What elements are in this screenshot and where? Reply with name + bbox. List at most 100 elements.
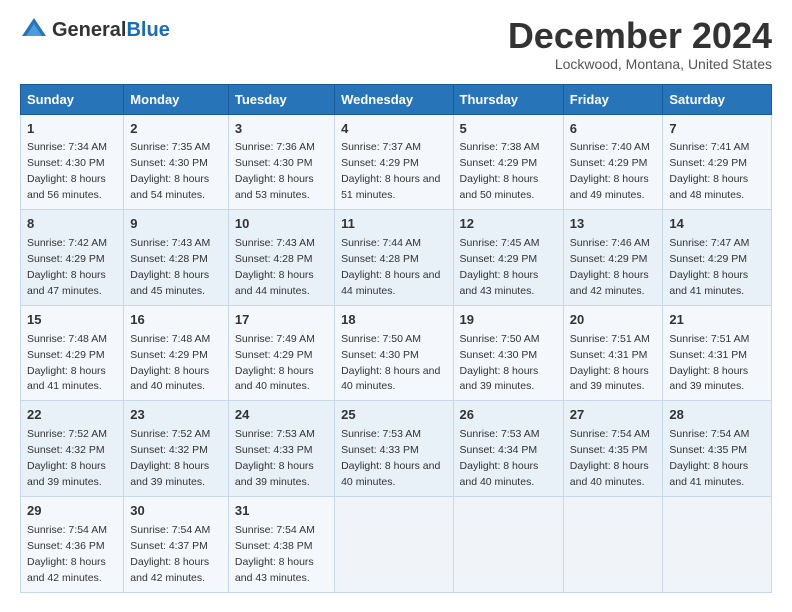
day-info: Sunrise: 7:51 AMSunset: 4:31 PMDaylight:… (669, 333, 749, 393)
day-info: Sunrise: 7:38 AMSunset: 4:29 PMDaylight:… (460, 141, 540, 201)
day-cell: 13 Sunrise: 7:46 AMSunset: 4:29 PMDaylig… (563, 210, 663, 306)
day-cell: 10 Sunrise: 7:43 AMSunset: 4:28 PMDaylig… (228, 210, 334, 306)
week-row-5: 29 Sunrise: 7:54 AMSunset: 4:36 PMDaylig… (21, 496, 772, 592)
week-row-1: 1 Sunrise: 7:34 AMSunset: 4:30 PMDayligh… (21, 114, 772, 210)
day-info: Sunrise: 7:49 AMSunset: 4:29 PMDaylight:… (235, 333, 315, 393)
day-cell: 3 Sunrise: 7:36 AMSunset: 4:30 PMDayligh… (228, 114, 334, 210)
day-number: 29 (27, 502, 117, 521)
day-info: Sunrise: 7:54 AMSunset: 4:38 PMDaylight:… (235, 524, 315, 584)
day-cell: 2 Sunrise: 7:35 AMSunset: 4:30 PMDayligh… (124, 114, 229, 210)
header-thursday: Thursday (453, 84, 563, 114)
title-area: December 2024 Lockwood, Montana, United … (508, 16, 772, 72)
day-cell: 4 Sunrise: 7:37 AMSunset: 4:29 PMDayligh… (335, 114, 453, 210)
day-cell: 16 Sunrise: 7:48 AMSunset: 4:29 PMDaylig… (124, 305, 229, 401)
day-number: 12 (460, 215, 557, 234)
day-cell: 20 Sunrise: 7:51 AMSunset: 4:31 PMDaylig… (563, 305, 663, 401)
day-cell: 25 Sunrise: 7:53 AMSunset: 4:33 PMDaylig… (335, 401, 453, 497)
day-cell: 8 Sunrise: 7:42 AMSunset: 4:29 PMDayligh… (21, 210, 124, 306)
day-cell: 21 Sunrise: 7:51 AMSunset: 4:31 PMDaylig… (663, 305, 772, 401)
day-number: 2 (130, 120, 222, 139)
day-number: 6 (570, 120, 657, 139)
day-info: Sunrise: 7:46 AMSunset: 4:29 PMDaylight:… (570, 237, 650, 297)
day-cell (335, 496, 453, 592)
day-cell (453, 496, 563, 592)
day-number: 19 (460, 311, 557, 330)
day-number: 3 (235, 120, 328, 139)
day-cell: 1 Sunrise: 7:34 AMSunset: 4:30 PMDayligh… (21, 114, 124, 210)
logo-text-general: General (52, 19, 126, 41)
day-cell: 15 Sunrise: 7:48 AMSunset: 4:29 PMDaylig… (21, 305, 124, 401)
day-info: Sunrise: 7:54 AMSunset: 4:37 PMDaylight:… (130, 524, 210, 584)
day-info: Sunrise: 7:48 AMSunset: 4:29 PMDaylight:… (27, 333, 107, 393)
day-cell: 30 Sunrise: 7:54 AMSunset: 4:37 PMDaylig… (124, 496, 229, 592)
day-cell: 29 Sunrise: 7:54 AMSunset: 4:36 PMDaylig… (21, 496, 124, 592)
day-number: 17 (235, 311, 328, 330)
day-number: 20 (570, 311, 657, 330)
header-monday: Monday (124, 84, 229, 114)
day-info: Sunrise: 7:53 AMSunset: 4:33 PMDaylight:… (341, 428, 440, 488)
day-cell: 18 Sunrise: 7:50 AMSunset: 4:30 PMDaylig… (335, 305, 453, 401)
day-number: 9 (130, 215, 222, 234)
day-cell: 14 Sunrise: 7:47 AMSunset: 4:29 PMDaylig… (663, 210, 772, 306)
day-info: Sunrise: 7:51 AMSunset: 4:31 PMDaylight:… (570, 333, 650, 393)
day-number: 27 (570, 406, 657, 425)
day-number: 23 (130, 406, 222, 425)
day-number: 21 (669, 311, 765, 330)
day-info: Sunrise: 7:42 AMSunset: 4:29 PMDaylight:… (27, 237, 107, 297)
day-info: Sunrise: 7:37 AMSunset: 4:29 PMDaylight:… (341, 141, 440, 201)
day-cell: 31 Sunrise: 7:54 AMSunset: 4:38 PMDaylig… (228, 496, 334, 592)
header-sunday: Sunday (21, 84, 124, 114)
calendar-table: Sunday Monday Tuesday Wednesday Thursday… (20, 84, 772, 593)
day-cell: 26 Sunrise: 7:53 AMSunset: 4:34 PMDaylig… (453, 401, 563, 497)
day-number: 18 (341, 311, 446, 330)
week-row-4: 22 Sunrise: 7:52 AMSunset: 4:32 PMDaylig… (21, 401, 772, 497)
day-info: Sunrise: 7:47 AMSunset: 4:29 PMDaylight:… (669, 237, 749, 297)
day-cell (563, 496, 663, 592)
week-row-3: 15 Sunrise: 7:48 AMSunset: 4:29 PMDaylig… (21, 305, 772, 401)
header-saturday: Saturday (663, 84, 772, 114)
day-number: 31 (235, 502, 328, 521)
day-cell: 17 Sunrise: 7:49 AMSunset: 4:29 PMDaylig… (228, 305, 334, 401)
day-info: Sunrise: 7:54 AMSunset: 4:36 PMDaylight:… (27, 524, 107, 584)
day-cell: 5 Sunrise: 7:38 AMSunset: 4:29 PMDayligh… (453, 114, 563, 210)
day-number: 4 (341, 120, 446, 139)
header-row: Sunday Monday Tuesday Wednesday Thursday… (21, 84, 772, 114)
day-cell: 23 Sunrise: 7:52 AMSunset: 4:32 PMDaylig… (124, 401, 229, 497)
day-number: 11 (341, 215, 446, 234)
day-cell: 24 Sunrise: 7:53 AMSunset: 4:33 PMDaylig… (228, 401, 334, 497)
day-info: Sunrise: 7:54 AMSunset: 4:35 PMDaylight:… (669, 428, 749, 488)
day-info: Sunrise: 7:52 AMSunset: 4:32 PMDaylight:… (130, 428, 210, 488)
day-info: Sunrise: 7:43 AMSunset: 4:28 PMDaylight:… (235, 237, 315, 297)
week-row-2: 8 Sunrise: 7:42 AMSunset: 4:29 PMDayligh… (21, 210, 772, 306)
day-info: Sunrise: 7:53 AMSunset: 4:33 PMDaylight:… (235, 428, 315, 488)
logo-icon (20, 16, 48, 44)
day-cell: 7 Sunrise: 7:41 AMSunset: 4:29 PMDayligh… (663, 114, 772, 210)
day-number: 7 (669, 120, 765, 139)
logo-text-blue: Blue (126, 19, 169, 41)
calendar-subtitle: Lockwood, Montana, United States (508, 56, 772, 72)
day-cell: 28 Sunrise: 7:54 AMSunset: 4:35 PMDaylig… (663, 401, 772, 497)
day-number: 15 (27, 311, 117, 330)
day-number: 26 (460, 406, 557, 425)
header-tuesday: Tuesday (228, 84, 334, 114)
day-info: Sunrise: 7:35 AMSunset: 4:30 PMDaylight:… (130, 141, 210, 201)
day-number: 10 (235, 215, 328, 234)
day-cell: 27 Sunrise: 7:54 AMSunset: 4:35 PMDaylig… (563, 401, 663, 497)
day-info: Sunrise: 7:40 AMSunset: 4:29 PMDaylight:… (570, 141, 650, 201)
day-number: 28 (669, 406, 765, 425)
day-number: 14 (669, 215, 765, 234)
day-number: 8 (27, 215, 117, 234)
day-cell: 12 Sunrise: 7:45 AMSunset: 4:29 PMDaylig… (453, 210, 563, 306)
page-header: GeneralBlue December 2024 Lockwood, Mont… (20, 16, 772, 72)
day-info: Sunrise: 7:43 AMSunset: 4:28 PMDaylight:… (130, 237, 210, 297)
day-cell (663, 496, 772, 592)
day-cell: 11 Sunrise: 7:44 AMSunset: 4:28 PMDaylig… (335, 210, 453, 306)
day-number: 13 (570, 215, 657, 234)
calendar-title: December 2024 (508, 16, 772, 56)
day-number: 16 (130, 311, 222, 330)
day-number: 1 (27, 120, 117, 139)
header-friday: Friday (563, 84, 663, 114)
day-info: Sunrise: 7:34 AMSunset: 4:30 PMDaylight:… (27, 141, 107, 201)
day-cell: 22 Sunrise: 7:52 AMSunset: 4:32 PMDaylig… (21, 401, 124, 497)
day-info: Sunrise: 7:50 AMSunset: 4:30 PMDaylight:… (341, 333, 440, 393)
